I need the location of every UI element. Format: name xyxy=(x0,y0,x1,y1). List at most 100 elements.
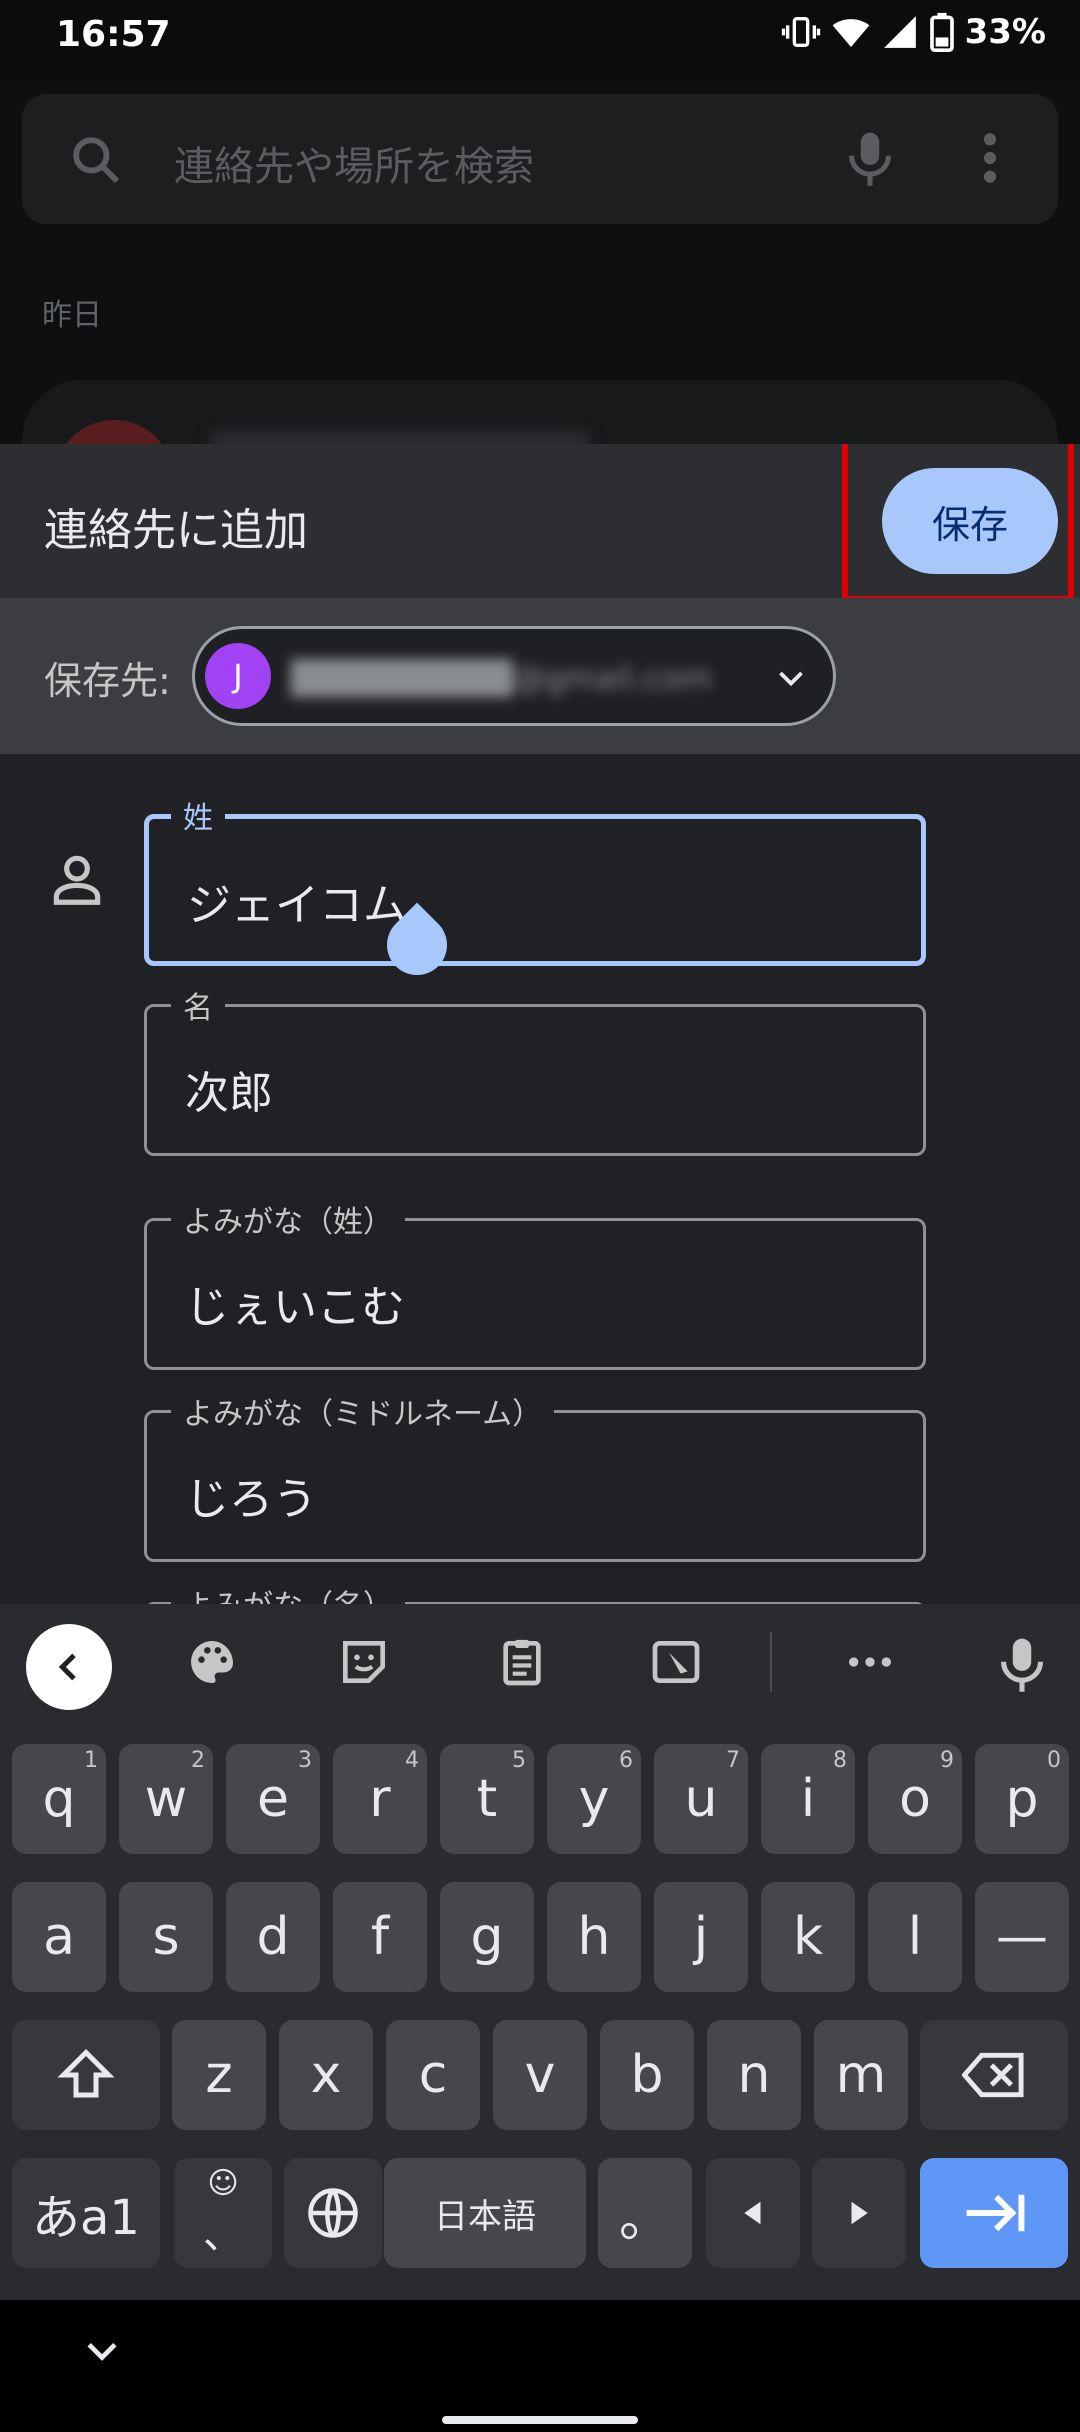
palette-icon[interactable] xyxy=(184,1634,240,1690)
key[interactable]: r4 xyxy=(333,1744,427,1854)
shift-key[interactable] xyxy=(12,2020,160,2130)
more-vert-icon[interactable] xyxy=(980,130,1000,186)
field-label: 姓 xyxy=(171,793,225,837)
key[interactable]: t5 xyxy=(440,1744,534,1854)
key[interactable]: q1 xyxy=(12,1744,106,1854)
mic-icon[interactable] xyxy=(994,1634,1050,1694)
key[interactable]: — xyxy=(975,1882,1069,1992)
key-number-hint: 7 xyxy=(726,1748,740,1773)
key-label: m xyxy=(835,2045,887,2105)
key-label: y xyxy=(578,1769,610,1829)
key-label: e xyxy=(257,1769,289,1829)
key-label: b xyxy=(630,2045,664,2105)
key-label: c xyxy=(418,2045,448,2105)
keyboard-back-button[interactable] xyxy=(26,1624,112,1710)
home-gesture-pill[interactable] xyxy=(442,2416,638,2424)
section-label: 昨日 xyxy=(42,298,102,333)
battery-percent: 33% xyxy=(964,12,1046,52)
account-avatar: J xyxy=(205,643,271,709)
person-icon xyxy=(53,855,101,905)
cursor-right-key[interactable] xyxy=(812,2158,906,2268)
key[interactable]: c xyxy=(386,2020,480,2130)
triangle-left-icon xyxy=(744,2201,761,2225)
mic-icon[interactable] xyxy=(842,128,898,188)
tab-arrow-icon xyxy=(966,2194,1025,2232)
background-contacts-screen: 連絡先や場所を検索 昨日 xyxy=(0,80,1080,540)
backspace-icon xyxy=(962,2052,1024,2098)
account-row: 保存先: J █████████@gmail.com xyxy=(0,598,1080,754)
key[interactable]: k xyxy=(761,1882,855,1992)
phonetic-last-name-field[interactable]: よみがな（姓） じぇいこむ xyxy=(144,1197,926,1370)
hide-keyboard-icon[interactable] xyxy=(80,2330,124,2374)
key-label: p xyxy=(1005,1769,1039,1829)
signal-icon xyxy=(883,16,916,48)
status-time: 16:57 xyxy=(56,14,171,55)
key[interactable]: x xyxy=(279,2020,373,2130)
period-key[interactable]: 。 xyxy=(598,2158,692,2268)
emoji-key[interactable]: ☺ 、 xyxy=(174,2158,272,2268)
phonetic-middle-name-field[interactable]: よみがな（ミドルネーム） じろう xyxy=(144,1389,926,1562)
key[interactable]: o9 xyxy=(868,1744,962,1854)
key-label: h xyxy=(577,1907,611,1967)
key-label: — xyxy=(996,1907,1048,1967)
backspace-key[interactable] xyxy=(920,2020,1068,2130)
cursor-left-key[interactable] xyxy=(706,2158,800,2268)
handwriting-icon[interactable] xyxy=(648,1634,704,1690)
key[interactable]: l xyxy=(868,1882,962,1992)
toolbar-divider xyxy=(770,1632,772,1692)
key[interactable]: j xyxy=(654,1882,748,1992)
field-value: じろう xyxy=(185,1474,317,1525)
key-number-hint: 0 xyxy=(1047,1748,1061,1773)
key[interactable]: g xyxy=(440,1882,534,1992)
key-label: z xyxy=(205,2045,233,2105)
key-label: r xyxy=(369,1769,391,1829)
key[interactable]: e3 xyxy=(226,1744,320,1854)
key-label: v xyxy=(524,2045,556,2105)
key[interactable]: b xyxy=(600,2020,694,2130)
search-bar[interactable]: 連絡先や場所を検索 xyxy=(22,94,1058,224)
key[interactable]: p0 xyxy=(975,1744,1069,1854)
account-selector[interactable]: J █████████@gmail.com xyxy=(192,626,836,726)
key-number-hint: 8 xyxy=(833,1748,847,1773)
space-key[interactable]: 日本語 xyxy=(384,2158,586,2268)
triangle-right-icon xyxy=(851,2201,868,2225)
key[interactable]: v xyxy=(493,2020,587,2130)
wifi-icon xyxy=(832,19,869,47)
key[interactable]: y6 xyxy=(547,1744,641,1854)
keyboard-toolbar xyxy=(0,1604,1080,1724)
key[interactable]: d xyxy=(226,1882,320,1992)
emoji-label: ☺ xyxy=(207,2166,239,2201)
key[interactable]: f xyxy=(333,1882,427,1992)
key-label: f xyxy=(370,1907,390,1967)
status-bar: 16:57 33% xyxy=(0,0,1080,80)
keyboard: q1w2e3r4t5y6u7i8o9p0 a s d f g h j k l — zxcvbnm … xyxy=(0,1604,1080,2300)
key[interactable]: u7 xyxy=(654,1744,748,1854)
key-label: n xyxy=(737,2045,771,2105)
clipboard-icon[interactable] xyxy=(494,1634,550,1690)
shift-icon xyxy=(57,2048,115,2098)
key[interactable]: h xyxy=(547,1882,641,1992)
language-key[interactable] xyxy=(284,2158,382,2268)
sticker-icon[interactable] xyxy=(336,1634,392,1690)
key[interactable]: i8 xyxy=(761,1744,855,1854)
comma-label: 、 xyxy=(203,2212,243,2258)
mode-switch-key[interactable]: あa1 xyxy=(12,2158,160,2268)
key[interactable]: z xyxy=(172,2020,266,2130)
key-label: j xyxy=(693,1907,709,1967)
next-field-key[interactable] xyxy=(920,2158,1068,2268)
key[interactable]: w2 xyxy=(119,1744,213,1854)
key[interactable]: a xyxy=(12,1882,106,1992)
key-label: d xyxy=(256,1907,290,1967)
battery-icon xyxy=(929,12,954,52)
field-label: よみがな（ミドルネーム） xyxy=(171,1389,555,1433)
account-label: 保存先: xyxy=(44,659,171,703)
key-label: l xyxy=(907,1907,923,1967)
key[interactable]: m xyxy=(814,2020,908,2130)
more-horiz-icon[interactable] xyxy=(842,1634,898,1690)
key-label: x xyxy=(310,2045,342,2105)
key[interactable]: s xyxy=(119,1882,213,1992)
key[interactable]: n xyxy=(707,2020,801,2130)
first-name-field[interactable]: 名 次郎 xyxy=(144,983,926,1156)
last-name-field[interactable]: 姓 ジェイコム xyxy=(144,793,926,988)
key-label: s xyxy=(152,1907,180,1967)
